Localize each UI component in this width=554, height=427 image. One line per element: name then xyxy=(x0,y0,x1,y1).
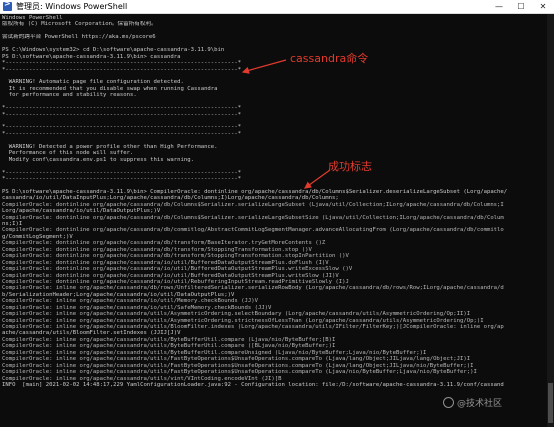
window-controls: — ☐ ✕ xyxy=(488,0,554,13)
powershell-window: 管理员: Windows PowerShell — ☐ ✕ Windows Po… xyxy=(0,0,554,427)
console-line: INFO [main] 2021-02-02 14:48:17,229 Yaml… xyxy=(2,381,504,388)
watermark-text: @技术社区 xyxy=(457,399,503,409)
scrollbar-thumb[interactable] xyxy=(548,383,553,423)
console-line: CompilerOracle: inline org/apache/cassan… xyxy=(2,285,504,292)
watermark: @技术社区 xyxy=(443,396,502,409)
console-line: CompilerOracle: dontinline org/apache/ca… xyxy=(2,227,504,234)
console-line: CompilerOracle: inline org/apache/cassan… xyxy=(2,311,471,318)
title-bar[interactable]: 管理员: Windows PowerShell — ☐ ✕ xyxy=(0,0,554,14)
window-title: 管理员: Windows PowerShell xyxy=(16,2,128,11)
console-line: CompilerOracle: inline org/apache/cassan… xyxy=(2,369,477,376)
console-output[interactable]: Windows PowerShell 版权所有 (C) Microsoft Cor… xyxy=(2,15,546,427)
console-line: CompilerOracle: dontinline org/apache/ca… xyxy=(2,214,504,221)
console-line: CompilerOracle: inline org/apache/cassan… xyxy=(2,356,471,363)
success-flag-annotation: 成功标志 xyxy=(328,160,372,173)
cassandra-command-annotation: cassandra命令 xyxy=(290,52,369,65)
close-button[interactable]: ✕ xyxy=(532,0,554,13)
watermark-logo-icon xyxy=(443,397,454,408)
minimize-button[interactable]: — xyxy=(488,0,510,13)
powershell-icon xyxy=(3,0,12,11)
vertical-scrollbar[interactable] xyxy=(547,14,554,427)
maximize-button[interactable]: ☐ xyxy=(510,0,532,13)
